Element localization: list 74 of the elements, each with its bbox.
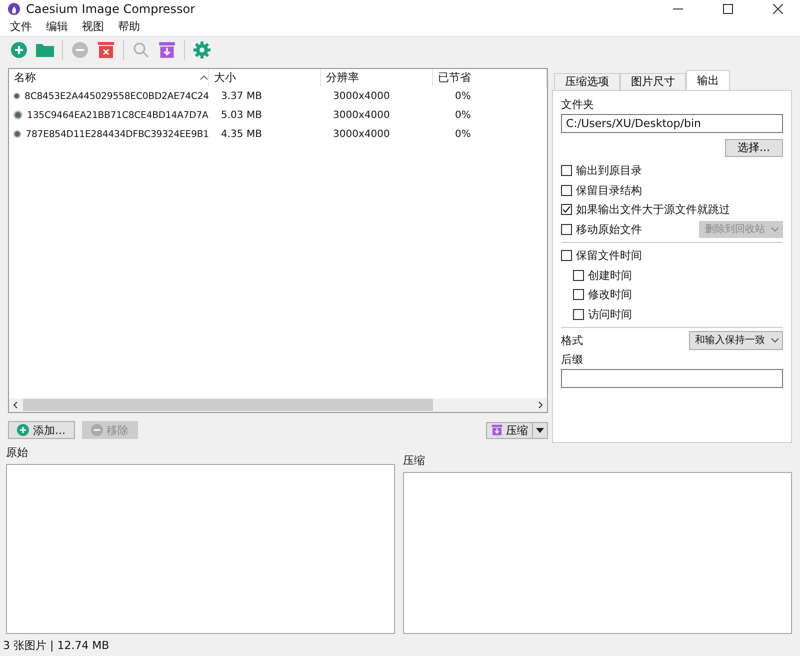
format-label: 格式 (561, 332, 583, 348)
checkbox[interactable] (573, 308, 584, 320)
app-logo-icon (8, 3, 20, 15)
table-cell-text: 3.37 MB (220, 90, 263, 102)
checkbox-label: 修改时间 (588, 287, 633, 302)
table-cell-text: 4.35 MB (220, 128, 263, 140)
table-cell-text: 3000x4000 (332, 90, 391, 102)
suffix-field[interactable] (561, 368, 783, 388)
trash-icon (97, 41, 115, 60)
table-cell-text: 0% (454, 128, 472, 140)
gear-icon (193, 41, 211, 60)
table-cell-text: 5.03 MB (220, 110, 263, 121)
tab[interactable]: 压缩选项 (554, 72, 620, 90)
checkbox-label: 输出到原目录 (576, 163, 643, 178)
folder-label: 文件夹 (561, 96, 595, 112)
column-header[interactable]: 已节省 (438, 70, 471, 86)
search-icon (132, 41, 150, 60)
checkbox[interactable] (573, 289, 584, 300)
download-box-icon (158, 41, 176, 60)
table-cell-text: 3000x4000 (332, 128, 391, 140)
folder-field[interactable]: C:/Users/XU/Desktop/bin (561, 114, 783, 133)
checkbox[interactable] (561, 204, 572, 216)
checkbox[interactable] (561, 224, 572, 235)
tab[interactable]: 图片尺寸 (620, 72, 686, 90)
menu-item[interactable]: 视图 (82, 19, 104, 34)
checkbox-label: 如果输出文件大于源文件就跳过 (576, 202, 731, 218)
toolbar-button[interactable] (191, 39, 213, 62)
add-icon (17, 424, 29, 436)
download-box-icon (491, 424, 503, 436)
table-cell: 787E854D11E284434DFBC39324EE9B1 (26, 128, 209, 140)
column-header[interactable]: 名称 (14, 70, 36, 86)
choose-button[interactable]: 选择... (724, 138, 783, 157)
table-cell-text: 0% (454, 110, 472, 121)
caret-down-icon (536, 428, 544, 433)
chevron-down-icon (771, 226, 779, 232)
checkbox[interactable] (573, 270, 584, 281)
menu-item[interactable]: 编辑 (46, 19, 68, 34)
chevron-down-icon (771, 338, 779, 343)
status-text: 3 张图片 | 12.74 MB (3, 638, 110, 653)
table-cell: 8C8453E2A445029558EC0BD2AE74C24 (24, 90, 209, 102)
horizontal-scrollbar[interactable] (9, 398, 547, 412)
folder-icon (35, 42, 55, 58)
suffix-label: 后缀 (561, 352, 584, 367)
checkbox-label: 保留目录结构 (576, 182, 643, 198)
menu-item[interactable]: 文件 (10, 19, 32, 34)
checkbox[interactable] (561, 165, 572, 176)
minus-icon (90, 424, 102, 436)
format-dropdown[interactable]: 和输入保持一致 (689, 330, 783, 350)
status-dot-icon (13, 91, 21, 102)
add-icon (10, 41, 28, 60)
add-button[interactable]: 添加... (8, 421, 74, 440)
table-cell: 135C9464EA21BB71C8CE4BD14A7D7A (27, 110, 208, 121)
preview-label: 原始 (6, 444, 29, 460)
checkbox[interactable] (561, 250, 572, 262)
dropdown-button[interactable] (532, 422, 547, 438)
checkbox-label: 移动原始文件 (576, 222, 643, 237)
maximize-icon (723, 4, 733, 14)
table-cell-text: 0% (454, 90, 472, 102)
checkbox-label: 访问时间 (588, 306, 633, 322)
checkbox-label: 创建时间 (588, 268, 633, 283)
checkbox-label: 保留文件时间 (576, 248, 643, 264)
status-dot-icon (13, 129, 22, 140)
checkbox[interactable] (561, 184, 572, 196)
table-cell-text: 3000x4000 (332, 110, 391, 121)
minus-icon (71, 41, 89, 60)
menu-item[interactable]: 帮助 (118, 19, 140, 34)
window-title: Caesium Image Compressor (26, 2, 196, 16)
column-header[interactable]: 分辨率 (326, 70, 359, 86)
column-header[interactable]: 大小 (214, 70, 236, 86)
status-dot-icon (13, 110, 23, 120)
tab[interactable]: 输出 (686, 70, 730, 90)
close-icon (773, 4, 783, 14)
preview-label: 压缩 (403, 452, 426, 468)
sort-caret-icon (200, 75, 208, 80)
